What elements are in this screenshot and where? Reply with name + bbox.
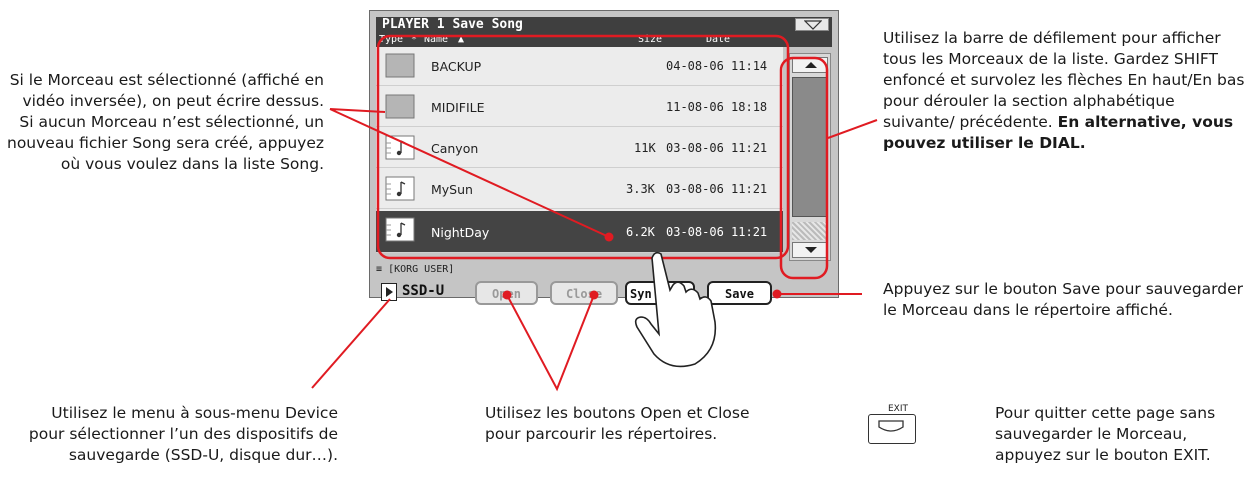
current-path-text: [KORG USER]	[388, 264, 455, 275]
note-selection: Si le Morceau est sélectionné (affiché e…	[7, 71, 324, 173]
scrollbar[interactable]	[789, 53, 831, 261]
list-header: Type * Name ▲ Size Date	[376, 33, 832, 47]
scroll-up-button[interactable]	[792, 57, 828, 73]
note-save: Appuyez sur le bouton Save pour sauvegar…	[883, 280, 1244, 319]
column-name[interactable]: Name	[424, 33, 448, 47]
save-song-screen: PLAYER 1 Save Song Type * Name ▲ Size Da…	[369, 10, 839, 298]
triangle-down-icon	[804, 20, 822, 30]
scroll-down-button[interactable]	[792, 242, 828, 258]
column-type[interactable]: Type	[379, 33, 403, 47]
page-menu-button[interactable]	[795, 18, 829, 31]
callout-open-close-line	[506, 294, 595, 392]
arrow-up-icon	[805, 62, 817, 68]
file-date: 03-08-06 11:21	[666, 141, 768, 155]
song-file-icon	[385, 135, 415, 160]
file-name: NightDay	[431, 225, 490, 240]
hamburger-icon: ≡	[376, 264, 383, 275]
file-size: 11K	[634, 141, 656, 155]
file-date: 11-08-06 18:18	[666, 100, 768, 114]
page-title: PLAYER 1 Save Song	[376, 17, 832, 33]
file-size: 6.2K	[626, 225, 655, 239]
list-item[interactable]: Canyon 11K 03-08-06 11:21	[376, 129, 783, 168]
sort-arrow-icon: ▲	[458, 34, 465, 45]
note-exit: Pour quitter cette page sans sauvegarder…	[995, 404, 1216, 464]
note-open-close: Utilisez les boutons Open et Close pour …	[485, 404, 750, 443]
list-item[interactable]: BACKUP 04-08-06 11:14	[376, 47, 783, 86]
device-name: SSD-U	[402, 283, 445, 299]
page-title-text: PLAYER 1 Save Song	[382, 17, 523, 32]
callout-device-line	[311, 298, 391, 389]
column-date[interactable]: Date	[706, 33, 730, 47]
file-date: 03-08-06 11:21	[666, 225, 768, 239]
note-device: Utilisez le menu à sous-menu Device pour…	[28, 404, 338, 464]
close-button[interactable]: Close	[550, 281, 618, 305]
device-menu-button[interactable]	[381, 283, 397, 301]
file-date: 03-08-06 11:21	[666, 182, 768, 196]
list-item[interactable]: MySun 3.3K 03-08-06 11:21	[376, 170, 783, 209]
sync-button[interactable]: Syn	[625, 281, 695, 305]
column-star: *	[411, 34, 418, 45]
column-size[interactable]: Size	[638, 33, 662, 47]
file-name: Canyon	[431, 141, 479, 156]
open-button[interactable]: Open	[475, 281, 538, 305]
scroll-track[interactable]	[792, 222, 828, 240]
exit-key[interactable]	[868, 414, 916, 444]
file-date: 04-08-06 11:14	[666, 59, 768, 73]
file-name: MySun	[431, 182, 473, 197]
scroll-thumb[interactable]	[792, 77, 828, 217]
song-file-icon	[385, 176, 415, 201]
song-list[interactable]: BACKUP 04-08-06 11:14 MIDIFILE 11-08-06 …	[376, 47, 783, 253]
list-item[interactable]: MIDIFILE 11-08-06 18:18	[376, 88, 783, 127]
current-path: ≡ [KORG USER]	[376, 264, 454, 276]
note-scrollbar: Utilisez la barre de défilement pour aff…	[883, 28, 1248, 154]
song-file-icon	[385, 217, 415, 242]
list-item-selected[interactable]: NightDay 6.2K 03-08-06 11:21	[376, 211, 783, 253]
file-name: BACKUP	[431, 59, 482, 74]
file-name: MIDIFILE	[431, 100, 485, 115]
file-size: 3.3K	[626, 182, 655, 196]
exit-key-icon	[878, 420, 904, 432]
folder-icon	[385, 53, 415, 78]
folder-icon	[385, 94, 415, 119]
save-button[interactable]: Save	[707, 281, 772, 305]
exit-key-label: EXIT	[888, 404, 909, 414]
arrow-down-icon	[805, 247, 817, 253]
triangle-right-icon	[386, 287, 393, 297]
